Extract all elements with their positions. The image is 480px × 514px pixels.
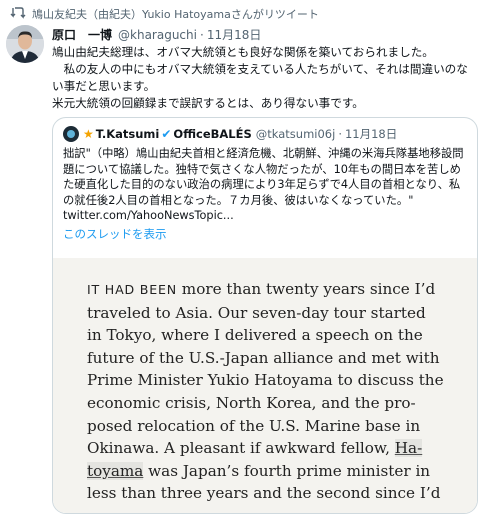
separator: · xyxy=(199,27,204,42)
book-line: traveled to Asia. Our seven-day tour sta… xyxy=(87,303,426,322)
tweet-date[interactable]: 11月18日 xyxy=(207,26,262,43)
quoted-tweet-card[interactable]: ★ T.Katsumi ✔ OfficeBALÉS @tkatsumi06j ·… xyxy=(52,117,478,514)
retweet-icon xyxy=(10,7,26,19)
book-line: less than three years and the second sin… xyxy=(87,484,441,503)
quoted-author-suffix: OfficeBALÉS xyxy=(173,127,252,141)
quoted-tweet-date: 11月18日 xyxy=(344,127,398,141)
quoted-avatar xyxy=(63,126,79,142)
quoted-tweet-image[interactable]: IT HAD BEEN more than twenty years since… xyxy=(53,258,477,513)
book-excerpt-text: IT HAD BEEN more than twenty years since… xyxy=(87,278,465,505)
tweet-line: 私の友人の中にもオバマ大統領を支えている人たちがいて、それは間違いのない事だと思… xyxy=(52,62,468,93)
retweet-header[interactable]: 鳩山友紀夫（由紀夫）Yukio Hatoyamaさんがリツイート xyxy=(10,6,319,22)
author-handle[interactable]: @kharaguchi xyxy=(118,28,197,42)
book-line: economic crisis, North Korea, and the pr… xyxy=(87,393,416,412)
book-line: Prime Minister Yukio Hatoyama to discuss… xyxy=(87,371,444,390)
verified-badge-icon: ✔ xyxy=(161,127,172,141)
book-line: posed relocation of the U.S. Marine base… xyxy=(87,416,421,435)
retweet-header-text: 鳩山友紀夫（由紀夫）Yukio Hatoyamaさんがリツイート xyxy=(32,8,319,21)
avatar[interactable] xyxy=(6,25,44,63)
separator: · xyxy=(338,127,342,141)
quoted-author-handle: @tkatsumi06j xyxy=(255,127,336,141)
quoted-author-name: T.Katsumi xyxy=(95,127,160,141)
quoted-tweet-text: 拙訳"（中略）鳩山由紀夫首相と経済危機、北朝鮮、沖縄の米海兵隊基地移設問題につい… xyxy=(63,147,464,222)
quoted-tweet-header: ★ T.Katsumi ✔ OfficeBALÉS @tkatsumi06j ·… xyxy=(63,126,397,142)
book-line: toyama was Japan’s fourth prime minister… xyxy=(87,461,431,480)
tweet-line: 鳩山由紀夫総理は、オバマ大統領とも良好な関係を築いておられました。 xyxy=(52,45,434,59)
tweet-header: 原口 一博 @kharaguchi · 11月18日 xyxy=(52,26,261,43)
tweet-line: 米元大統領の回顧録まで誤訳するとは、あり得ない事です。 xyxy=(52,96,364,110)
show-thread-link[interactable]: このスレッドを表示 xyxy=(63,226,167,242)
highlighted-word: Ha- xyxy=(394,439,423,458)
tweet-text: 鳩山由紀夫総理は、オバマ大統領とも良好な関係を築いておられました。 私の友人の中… xyxy=(52,44,472,112)
star-icon: ★ xyxy=(83,127,94,141)
book-line: future of the U.S.-Japan alliance and me… xyxy=(87,348,440,367)
book-line: IT HAD BEEN more than twenty years since… xyxy=(87,280,436,298)
book-line: in Tokyo, where I delivered a speech on … xyxy=(87,326,423,345)
book-line: Okinawa. A pleasant if awkward fellow, H… xyxy=(87,439,423,458)
highlighted-word: toyama xyxy=(87,461,144,480)
avatar-image xyxy=(6,25,44,63)
author-name[interactable]: 原口 一博 xyxy=(52,26,112,43)
